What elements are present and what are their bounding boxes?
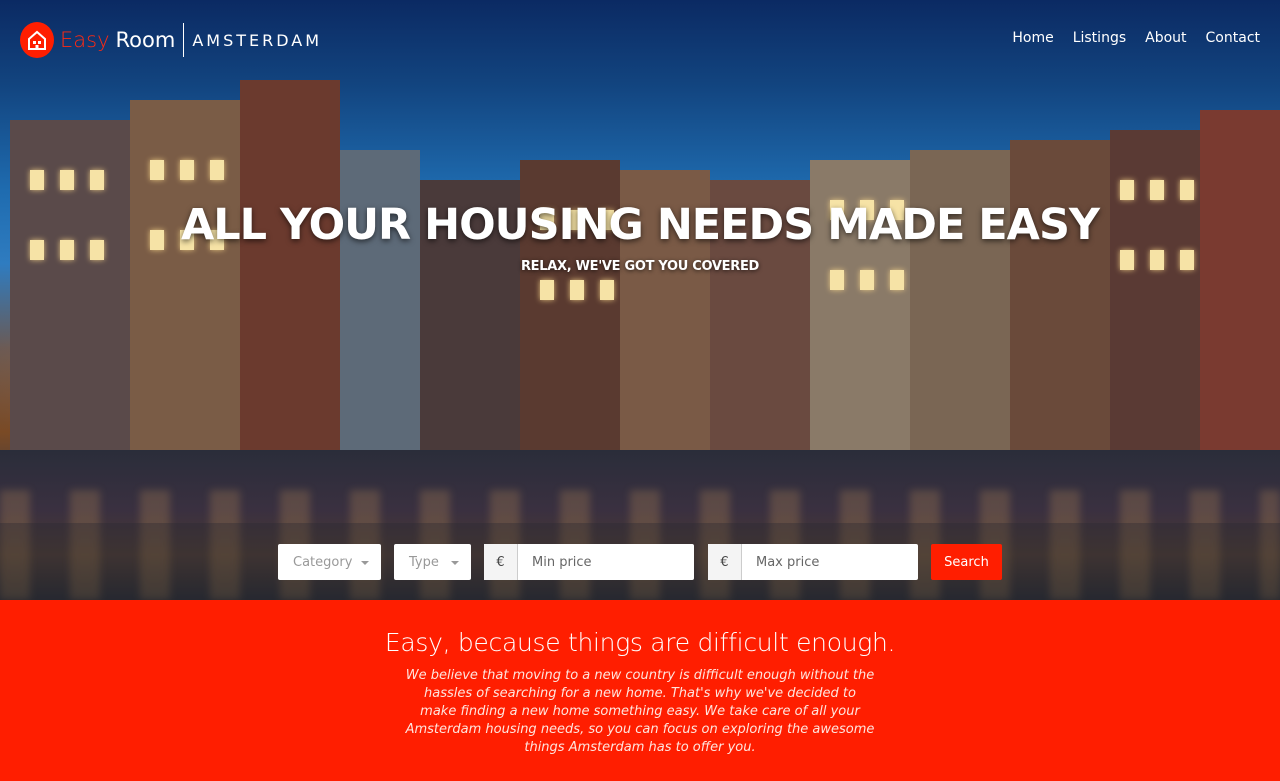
category-select[interactable]: Category [278, 544, 381, 580]
nav-listings[interactable]: Listings [1073, 30, 1126, 46]
min-price-group: € [484, 544, 694, 580]
search-bar: Category Type € € Search [0, 523, 1280, 600]
type-select-label: Type [409, 554, 439, 570]
search-button[interactable]: Search [931, 544, 1002, 580]
brand-city: AMSTERDAM [192, 30, 323, 50]
max-price-group: € [708, 544, 918, 580]
min-price-input[interactable] [518, 544, 694, 580]
currency-euro-addon: € [484, 544, 518, 580]
nav-home[interactable]: Home [1012, 30, 1053, 46]
nav-contact[interactable]: Contact [1206, 30, 1260, 46]
brand-room: Room [115, 28, 176, 52]
brand-logo[interactable]: Easy Room AMSTERDAM [20, 20, 322, 60]
chevron-down-icon [451, 561, 459, 565]
chevron-down-icon [361, 561, 369, 565]
nav-about[interactable]: About [1145, 30, 1186, 46]
type-select[interactable]: Type [394, 544, 471, 580]
top-navbar: Easy Room AMSTERDAM Home Listings About … [0, 0, 1280, 80]
house-icon [20, 22, 54, 58]
hero-section: Easy Room AMSTERDAM Home Listings About … [0, 0, 1280, 600]
about-body: We believe that moving to a new country … [405, 668, 875, 755]
about-section: Easy, because things are difficult enoug… [0, 600, 1280, 781]
hero-subhead: RELAX, WE'VE GOT YOU COVERED [520, 259, 760, 274]
category-select-label: Category [293, 554, 353, 570]
about-title: Easy, because things are difficult enoug… [384, 628, 896, 657]
brand-easy: Easy [60, 28, 110, 52]
max-price-input[interactable] [742, 544, 918, 580]
brand-divider [183, 23, 185, 57]
main-nav: Home Listings About Contact [1012, 30, 1260, 46]
hero-headline: ALL YOUR HOUSING NEEDS MADE EASY [180, 200, 1100, 250]
currency-euro-addon: € [708, 544, 742, 580]
